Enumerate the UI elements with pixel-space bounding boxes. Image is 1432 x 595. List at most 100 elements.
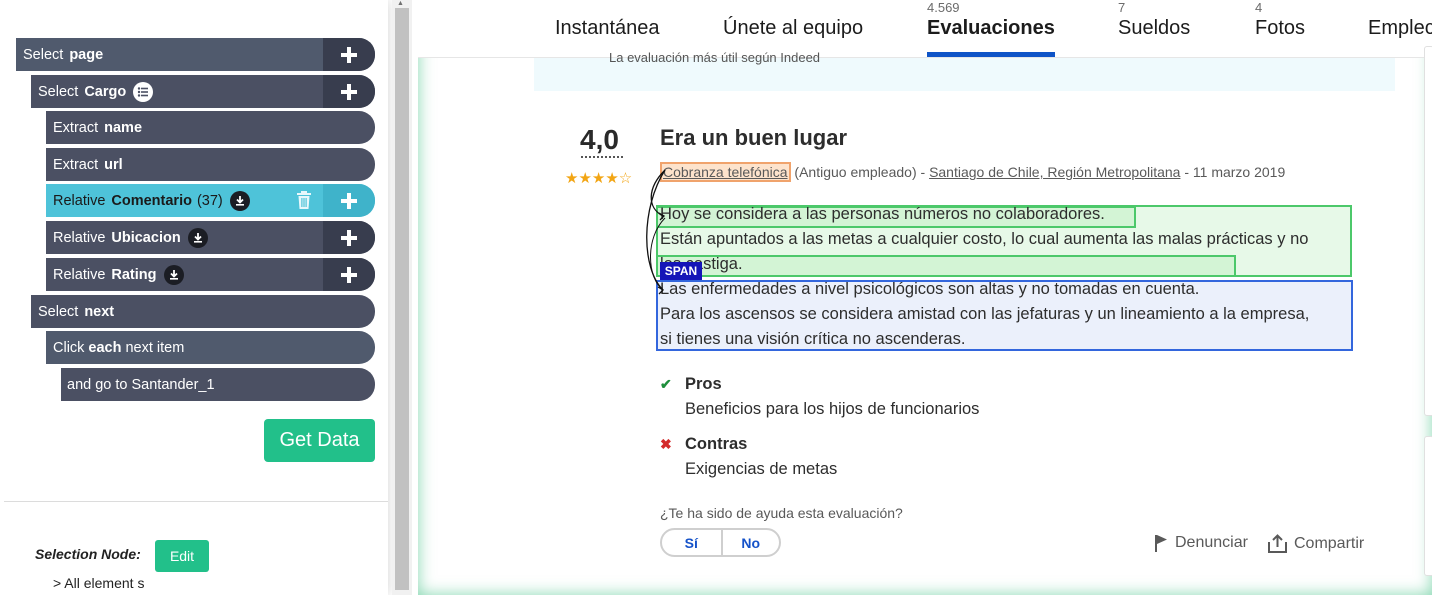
employee-status: (Antiguo empleado) - [794, 164, 930, 180]
command-verb: Select [38, 303, 79, 320]
side-card [1424, 436, 1432, 576]
tab-count: 4.569 [927, 0, 960, 15]
command-target: Cargo [84, 83, 127, 100]
tab-evaluaciones[interactable]: Evaluaciones [927, 17, 1055, 40]
command-target: each [88, 339, 122, 356]
report-button[interactable]: Denunciar [1154, 534, 1248, 552]
get-data-button[interactable]: Get Data [264, 419, 375, 462]
command-target: Comentario [111, 192, 192, 209]
command-verb: Relative [53, 266, 106, 283]
command-target: url [104, 156, 123, 173]
command-verb: Extract [53, 119, 99, 136]
scrollbar-thumb[interactable] [395, 8, 409, 590]
review-page: Instantánea Únete al equipo 4.569 Evalua… [418, 0, 1432, 595]
command-extract-url[interactable]: Extract url [46, 148, 375, 181]
command-verb: Select [23, 46, 64, 63]
command-count: (37) [196, 192, 223, 209]
plus-icon [341, 192, 357, 209]
plus-icon [341, 266, 357, 283]
relation-arrows [646, 169, 666, 295]
add-command-button[interactable] [323, 258, 375, 291]
command-relative-rating[interactable]: Relative Rating [46, 258, 375, 291]
report-label: Denunciar [1175, 534, 1248, 551]
info-banner-text: La evaluación más útil según Indeed [609, 50, 821, 65]
command-verb: Extract [53, 156, 99, 173]
command-rest: next item [125, 339, 185, 356]
command-verb: and go to Santander_1 [67, 376, 215, 393]
review-line: si tienes una visión crítica no ascender… [660, 330, 966, 348]
review-meta: Cobranza telefónica (Antiguo empleado) -… [660, 162, 1286, 182]
review-line: Hoy se considera a las personas números … [660, 205, 1105, 223]
side-card [1424, 46, 1432, 416]
command-click-each[interactable]: Click each next item [46, 331, 375, 364]
tab-count: 4 [1255, 0, 1263, 15]
divider [4, 501, 388, 502]
command-target: Rating [111, 266, 157, 283]
download-icon[interactable] [229, 190, 250, 211]
command-select-page[interactable]: Select page [16, 38, 375, 71]
active-tab-indicator [927, 52, 1055, 57]
command-target: name [104, 119, 143, 136]
command-relative-comentario[interactable]: Relative Comentario (37) [46, 184, 375, 217]
command-select-next[interactable]: Select next [31, 295, 375, 328]
cons-text: Exigencias de metas [685, 460, 838, 478]
tab-unete[interactable]: Únete al equipo [723, 17, 863, 40]
pros-heading: Pros [685, 375, 722, 393]
scroll-up-icon[interactable]: ▲ [397, 0, 404, 7]
command-verb: Relative [53, 192, 106, 209]
pros-text: Beneficios para los hijos de funcionario… [685, 400, 980, 418]
scraper-panel: Select page Select Cargo Extract name Ex… [0, 0, 392, 595]
add-command-button[interactable] [323, 221, 375, 254]
vote-yes-button[interactable]: Sí [662, 530, 721, 555]
add-command-button[interactable] [323, 184, 375, 217]
add-command-button[interactable] [323, 75, 375, 108]
selection-node-label: Selection Node: [35, 546, 141, 562]
command-target: next [84, 303, 115, 320]
command-target: Ubicacion [111, 229, 181, 246]
command-target: page [69, 46, 104, 63]
flag-icon [1155, 535, 1167, 552]
command-go-to[interactable]: and go to Santander_1 [61, 368, 375, 401]
vote-no-button[interactable]: No [720, 530, 780, 555]
command-verb: Relative [53, 229, 106, 246]
check-icon: ✔ [660, 376, 672, 392]
command-relative-ubicacion[interactable]: Relative Ubicacion [46, 221, 375, 254]
share-icon [1268, 534, 1287, 553]
location-link[interactable]: Santiago de Chile, Región Metropolitana [929, 164, 1180, 180]
review-date: - 11 marzo 2019 [1180, 164, 1286, 180]
command-verb: Click [53, 339, 85, 356]
review-title: Era un buen lugar [660, 125, 848, 150]
tab-instantanea[interactable]: Instantánea [555, 17, 660, 40]
review-line: Están apuntados a las metas a cualquier … [660, 230, 1309, 248]
rating-underline [581, 156, 623, 158]
add-command-button[interactable] [323, 38, 375, 71]
info-banner: La evaluación más útil según Indeed [534, 50, 1395, 91]
command-verb: Select [38, 83, 79, 100]
share-button[interactable]: Compartir [1268, 534, 1364, 553]
plus-icon [341, 83, 357, 100]
plus-icon [341, 229, 357, 246]
review-line: Para los ascensos se considera amistad c… [660, 305, 1310, 323]
x-icon: ✖ [660, 436, 672, 452]
tab-count: 7 [1118, 0, 1126, 15]
tab-fotos[interactable]: Fotos [1255, 17, 1305, 40]
download-icon[interactable] [163, 264, 184, 285]
helpful-vote: Sí No [660, 528, 781, 557]
trash-icon[interactable] [295, 191, 313, 210]
selection-highlight [656, 255, 1236, 277]
command-extract-name[interactable]: Extract name [46, 111, 375, 144]
list-icon[interactable] [133, 81, 154, 102]
tab-empleos[interactable]: Emplec [1368, 17, 1432, 40]
command-select-cargo[interactable]: Select Cargo [31, 75, 375, 108]
download-icon[interactable] [187, 227, 208, 248]
share-label: Compartir [1294, 534, 1365, 552]
edit-button[interactable]: Edit [155, 540, 209, 572]
review-line: Las enfermedades a nivel psicológicos so… [660, 280, 1200, 298]
rating-value: 4,0 [580, 124, 619, 155]
star-rating: ★★★★☆ [565, 170, 633, 187]
all-elements-link[interactable]: > All element s [53, 575, 144, 591]
tab-sueldos[interactable]: Sueldos [1118, 17, 1190, 40]
company-tabs: Instantánea Únete al equipo 4.569 Evalua… [418, 0, 1432, 58]
plus-icon [341, 46, 357, 63]
helpful-question: ¿Te ha sido de ayuda esta evaluación? [660, 505, 903, 521]
